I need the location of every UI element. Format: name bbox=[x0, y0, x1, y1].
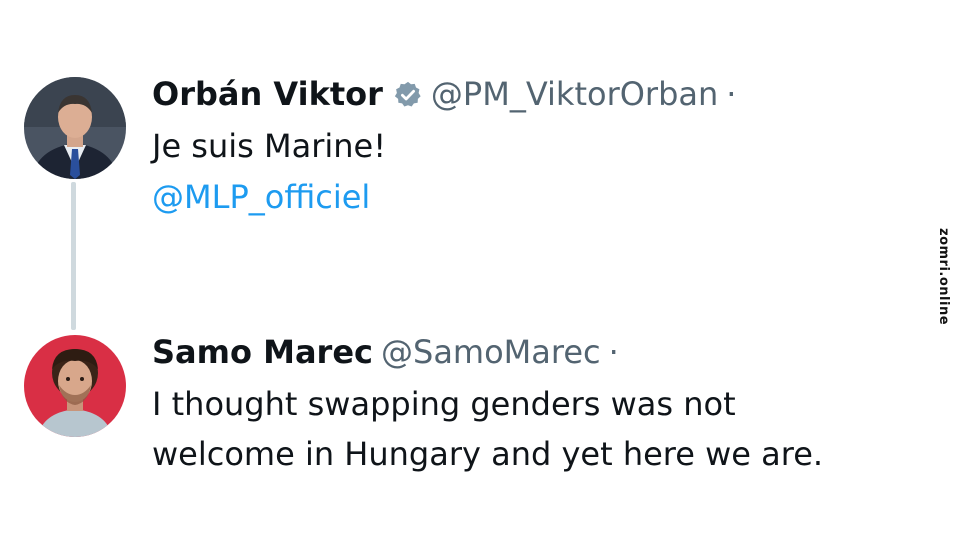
tweet2-header: Samo Marec @SamoMarec · bbox=[152, 332, 619, 372]
tweet2-display-name[interactable]: Samo Marec bbox=[152, 332, 373, 372]
tweet1-text: Je suis Marine! bbox=[152, 127, 387, 165]
tweet1-handle[interactable]: @PM_ViktorOrban bbox=[431, 74, 718, 114]
tweet1-header: Orbán Viktor @PM_ViktorOrban · bbox=[152, 74, 736, 114]
avatar-orban[interactable] bbox=[24, 77, 126, 179]
tweet1-display-name[interactable]: Orbán Viktor bbox=[152, 74, 383, 114]
tweet2-text-line1: I thought swapping genders was not bbox=[152, 385, 736, 423]
tweet2-separator: · bbox=[608, 333, 619, 371]
verified-badge-icon bbox=[393, 79, 423, 109]
tweet2-handle[interactable]: @SamoMarec bbox=[381, 332, 601, 372]
tweet2-text-line2: welcome in Hungary and yet here we are. bbox=[152, 435, 824, 473]
tweet1-mention-link[interactable]: @MLP_officiel bbox=[152, 177, 370, 217]
thread-connector-line bbox=[71, 182, 76, 330]
watermark-text: zomri.online bbox=[936, 228, 951, 326]
avatar-samo-marec[interactable] bbox=[24, 335, 126, 437]
tweet1-separator: · bbox=[726, 75, 737, 113]
